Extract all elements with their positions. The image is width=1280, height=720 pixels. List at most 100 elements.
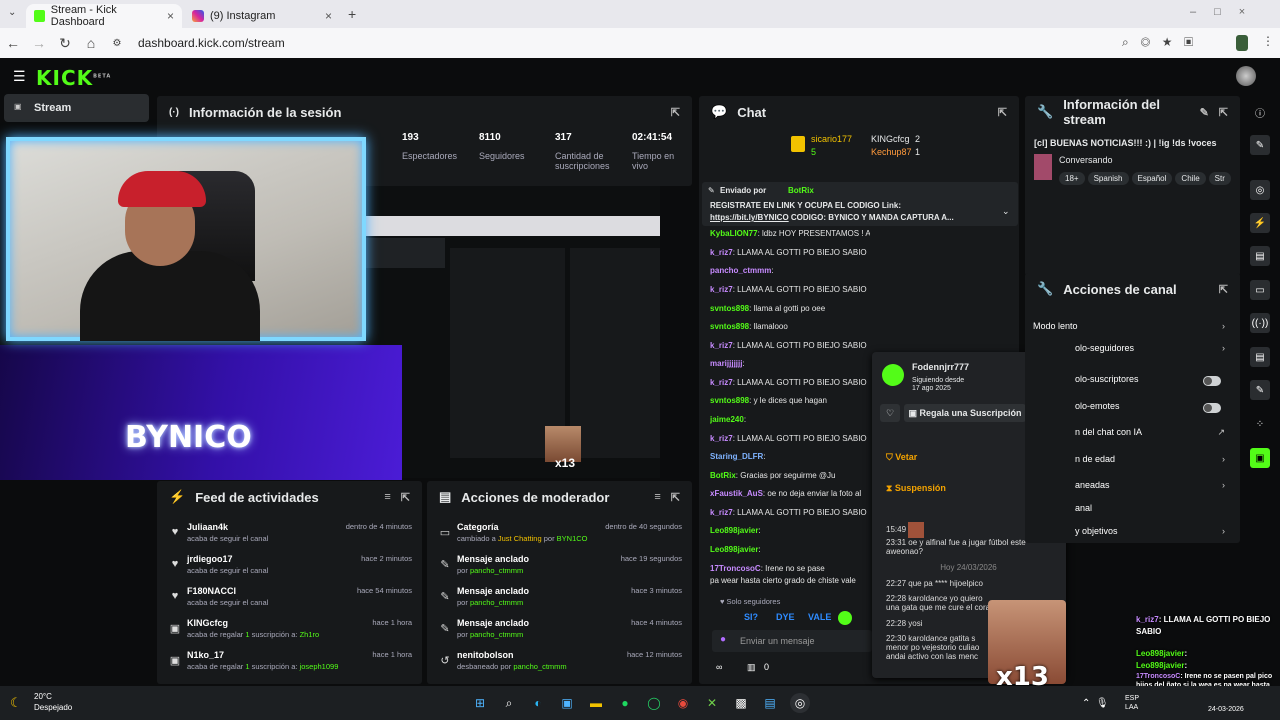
new-tab-button[interactable]: + [348, 6, 356, 22]
home-icon[interactable]: ⌂ [78, 35, 104, 51]
tab-kick-dashboard[interactable]: Stream - Kick Dashboard × [26, 4, 182, 28]
back-icon[interactable]: ← [0, 35, 26, 51]
capcut-icon[interactable]: ▩ [731, 693, 751, 713]
panel-title: Acciones de moderador [461, 489, 610, 505]
expand-icon[interactable]: ⇱ [671, 491, 680, 504]
xbox-icon[interactable]: ✕ [702, 693, 722, 713]
browser-actions[interactable]: ⌕◎★▣ [1122, 35, 1205, 50]
channel-action-slow-mode[interactable]: Modo lento › [1033, 321, 1229, 337]
expand-icon[interactable]: ⇱ [1219, 106, 1228, 119]
kick-app-icon[interactable]: ▣ [1250, 448, 1270, 468]
chat-messages: KybaLION77: ldbz HOY PRESENTAMOS ! AAA A… [700, 228, 870, 598]
gift-icon: ▣ [169, 623, 181, 635]
list-item[interactable]: ✎ Mensaje anclado por pancho_ctmmm hace 19 … [439, 554, 682, 584]
popup-username[interactable]: Fodennjrr777 [912, 362, 969, 372]
expand-icon[interactable]: ⇱ [1219, 283, 1228, 296]
channel-action-ai-moderation[interactable]: n del chat con IA ↗ [1075, 427, 1229, 443]
chevron-right-icon: › [1222, 480, 1225, 490]
channel-action-age[interactable]: n de edad › [1075, 454, 1229, 470]
filter-icon[interactable]: ≡ [384, 491, 390, 503]
edit-icon[interactable]: ✎ [1250, 135, 1270, 155]
list-item[interactable]: ▣ KINGcfcg acaba de regalar 1 suscripción … [169, 618, 412, 648]
unban-icon: ↺ [440, 655, 450, 667]
list-item[interactable]: ↺ nenitobolson desbaneado por pancho_ctmmm… [439, 650, 682, 680]
broadcast-icon[interactable]: ((·)) [1250, 313, 1270, 333]
close-icon[interactable]: × [167, 9, 174, 23]
chat-message: k_riz7: LLAMA AL GOTTI PO BIEJO SABIO [710, 248, 867, 257]
follow-heart-button[interactable]: ♡ [880, 404, 900, 422]
channel-action-goals[interactable]: y objetivos › [1075, 526, 1229, 542]
chat-input-placeholder: Enviar un mensaje [740, 636, 815, 646]
gift-icon: ▣ [169, 655, 181, 667]
hamburger-icon[interactable]: ☰ [13, 68, 26, 85]
filter-icon[interactable]: ≡ [654, 491, 660, 503]
notepad-icon[interactable]: ▤ [760, 693, 780, 713]
wrench-icon: 🔧 [1037, 281, 1054, 296]
doc-icon[interactable]: ▤ [1250, 246, 1270, 266]
start-icon[interactable]: ⊞ [470, 693, 490, 713]
channel-action-followers[interactable]: olo-seguidores › [1075, 343, 1229, 359]
channel-action-emotes[interactable]: olo-emotes [1075, 401, 1229, 417]
dots-icon[interactable]: ⁘ [1250, 414, 1270, 434]
store-icon[interactable]: ▣ [557, 693, 577, 713]
hammer-icon[interactable]: ▤ [1250, 347, 1270, 367]
channel-action-channel[interactable]: anal [1075, 503, 1229, 519]
obs-icon[interactable]: ◎ [790, 693, 810, 713]
list-item[interactable]: ♥ Juliaan4k acaba de seguir el canal dentro… [169, 522, 412, 552]
forward-icon[interactable]: → [26, 35, 52, 51]
list-item[interactable]: ♥ jrdiegoo17 acaba de seguir el canal hace … [169, 554, 412, 584]
gift-sub-button[interactable]: ▣ Regala una Suscripción [904, 404, 1026, 422]
chevron-down-icon[interactable]: ⌄ [1002, 206, 1010, 217]
user-avatar[interactable] [1236, 66, 1256, 86]
clock-date[interactable]: 24-03-2026 [1208, 706, 1244, 713]
sidebar-item-stream[interactable]: ▣ Stream [4, 94, 149, 122]
expand-icon[interactable]: ⇱ [671, 106, 680, 119]
window-controls[interactable]: –□× [1190, 6, 1263, 18]
address-bar: ← → ↻ ⌂ ⚙ dashboard.kick.com/stream ⌕◎★▣… [0, 28, 1280, 58]
bolt-icon[interactable]: ⚡ [1250, 213, 1270, 233]
profile-avatar[interactable] [1236, 35, 1248, 51]
channel-action-subscribers[interactable]: olo-suscriptores [1075, 374, 1229, 390]
whatsapp-icon[interactable]: ◯ [644, 693, 664, 713]
site-info-icon[interactable]: ⚙ [104, 38, 130, 49]
menu-icon[interactable]: ⋮ [1262, 34, 1274, 48]
camera-icon[interactable]: ◎ [1250, 180, 1270, 200]
spotify-icon[interactable]: ● [615, 693, 635, 713]
chat-input[interactable]: ● Enviar un mensaje [712, 630, 872, 652]
list-item[interactable]: ♥ F180NACCI acaba de seguir el canal hace 5… [169, 586, 412, 616]
list-item[interactable]: ▣ N1ko_17 acaba de regalar 1 suscripción a… [169, 650, 412, 680]
pinned-message[interactable]: ✎ Enviado por BotRix REGISTRATE EN LINK … [702, 182, 1018, 226]
url-field[interactable]: dashboard.kick.com/stream [138, 36, 285, 50]
system-tray[interactable]: ⌃ 🎙 [1082, 698, 1109, 709]
chevron-right-icon: › [1222, 454, 1225, 464]
info-icon[interactable]: ⓘ [1250, 102, 1270, 122]
reload-icon[interactable]: ↻ [52, 35, 78, 52]
tab-search-icon[interactable]: ⌄ [8, 7, 16, 18]
wrench-icon[interactable]: ✎ [1250, 380, 1270, 400]
search-icon[interactable]: ⌕ [499, 693, 519, 713]
emote-2[interactable]: DYE [776, 612, 795, 622]
folder-icon[interactable]: ▬ [586, 693, 606, 713]
feed-user: F180NACCI [187, 586, 237, 596]
tab-instagram[interactable]: (9) Instagram × [184, 4, 340, 28]
heart-icon: ♥ [171, 526, 179, 538]
kick-emote-icon[interactable] [838, 611, 852, 625]
emote-1[interactable]: SI? [744, 612, 758, 622]
language-indicator[interactable]: ESP LAA [1125, 694, 1139, 712]
channel-action-banned[interactable]: aneadas › [1075, 480, 1229, 496]
toggle-switch [1203, 403, 1221, 413]
chrome-icon[interactable]: ◉ [673, 693, 693, 713]
list-item[interactable]: ▭ Categoría cambiado a Just Chatting por B… [439, 522, 682, 552]
edge-icon[interactable]: ◐ [528, 693, 548, 713]
expand-icon[interactable]: ⇱ [401, 491, 410, 504]
emote-3[interactable]: VALE [808, 612, 831, 622]
kick-logo[interactable]: KICKBETA [36, 66, 111, 90]
chat-message: k_riz7: LLAMA AL GOTTI PO BIEJO SABIO [710, 378, 867, 387]
stream-overlay-background [0, 345, 402, 480]
edit-icon[interactable]: ✎ [1200, 106, 1209, 119]
list-item[interactable]: ✎ Mensaje anclado por pancho_ctmmm hace 4 m… [439, 618, 682, 648]
close-icon[interactable]: × [325, 9, 332, 23]
chat-icon[interactable]: ▭ [1250, 280, 1270, 300]
list-item[interactable]: ✎ Mensaje anclado por pancho_ctmmm hace 3 m… [439, 586, 682, 616]
expand-icon[interactable]: ⇱ [998, 106, 1007, 119]
